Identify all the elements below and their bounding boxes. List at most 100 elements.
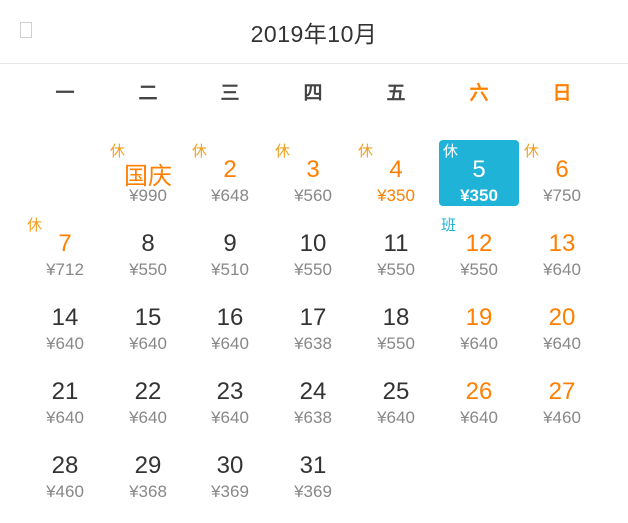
day-cell[interactable]: 25 ¥640 — [356, 362, 436, 428]
day-price: ¥640 — [129, 408, 167, 427]
day-number: 27 — [548, 378, 576, 405]
day-number: 16 — [216, 304, 244, 331]
day-cell[interactable]: 22 ¥640 — [108, 362, 188, 428]
day-cell[interactable]: 班 12 ¥550 — [439, 214, 519, 280]
day-cell[interactable]: 15 ¥640 — [108, 288, 188, 354]
day-number: 19 — [465, 304, 493, 331]
day-price: ¥640 — [211, 334, 249, 353]
day-cell[interactable]: 21 ¥640 — [25, 362, 105, 428]
day-number: 11 — [383, 230, 409, 257]
day-cell[interactable]: 13 ¥640 — [522, 214, 602, 280]
day-cell[interactable]: 26 ¥640 — [439, 362, 519, 428]
day-number: 28 — [51, 452, 79, 479]
day-number: 10 — [299, 230, 327, 257]
day-cell[interactable]: 28 ¥460 — [25, 436, 105, 502]
day-price: ¥640 — [377, 408, 415, 427]
day-number: 3 — [306, 156, 320, 183]
day-number: 25 — [382, 378, 410, 405]
day-price: ¥550 — [377, 260, 415, 279]
day-cell[interactable]: 30 ¥369 — [190, 436, 270, 502]
day-price: ¥640 — [460, 334, 498, 353]
day-price: ¥640 — [460, 408, 498, 427]
day-cell[interactable]: 14 ¥640 — [25, 288, 105, 354]
day-cell[interactable]: 休 7 ¥712 — [25, 214, 105, 280]
day-cell[interactable]: 10 ¥550 — [273, 214, 353, 280]
day-number: 5 — [472, 156, 486, 183]
day-price: ¥550 — [460, 260, 498, 279]
day-number: 22 — [134, 378, 162, 405]
day-number: 30 — [216, 452, 244, 479]
day-number: 8 — [141, 230, 155, 257]
day-number: 20 — [548, 304, 576, 331]
day-price: ¥510 — [211, 260, 249, 279]
day-number: 12 — [465, 230, 493, 257]
weekday-sat: 六 — [469, 83, 489, 104]
day-price: ¥369 — [211, 482, 249, 501]
day-price: ¥369 — [294, 482, 332, 501]
month-title: 2019年10月 — [250, 20, 378, 47]
day-price: ¥350 — [460, 186, 498, 205]
day-cell[interactable]: 24 ¥638 — [273, 362, 353, 428]
weekday-thu: 四 — [303, 83, 323, 104]
day-price: ¥990 — [129, 186, 167, 205]
day-price: ¥350 — [377, 186, 415, 205]
day-cell[interactable]: 8 ¥550 — [108, 214, 188, 280]
day-price: ¥640 — [46, 408, 84, 427]
day-cell[interactable]: 11 ¥550 — [356, 214, 436, 280]
day-cell[interactable]: 9 ¥510 — [190, 214, 270, 280]
day-cell[interactable]: 18 ¥550 — [356, 288, 436, 354]
day-price: ¥460 — [46, 482, 84, 501]
day-cell[interactable]: 休 4 ¥350 — [356, 140, 436, 206]
day-price: ¥460 — [543, 408, 581, 427]
day-price: ¥638 — [294, 408, 332, 427]
day-price: ¥550 — [294, 260, 332, 279]
day-number: 23 — [216, 378, 244, 405]
day-price: ¥560 — [294, 186, 332, 205]
day-number: 21 — [51, 378, 79, 405]
day-price: ¥640 — [543, 334, 581, 353]
day-cell[interactable]: 休 6 ¥750 — [522, 140, 602, 206]
day-cell[interactable]: 29 ¥368 — [108, 436, 188, 502]
day-price: ¥550 — [129, 260, 167, 279]
day-cell[interactable]: 休 2 ¥648 — [190, 140, 270, 206]
day-price: ¥638 — [294, 334, 332, 353]
day-number: 13 — [548, 230, 576, 257]
day-number: 15 — [134, 304, 162, 331]
day-cell[interactable]: 16 ¥640 — [190, 288, 270, 354]
weekday-row: 一 二 三 四 五 六 日 — [0, 78, 628, 112]
day-number: 26 — [465, 378, 493, 405]
day-cell[interactable]: 17 ¥638 — [273, 288, 353, 354]
day-price: ¥550 — [377, 334, 415, 353]
day-price: ¥640 — [129, 334, 167, 353]
day-cell[interactable]: 23 ¥640 — [190, 362, 270, 428]
day-cell[interactable]: 20 ¥640 — [522, 288, 602, 354]
weekday-sun: 日 — [552, 83, 572, 104]
day-number: 6 — [555, 156, 569, 183]
day-cell[interactable]: 19 ¥640 — [439, 288, 519, 354]
day-number: 17 — [299, 304, 327, 331]
day-price: ¥640 — [543, 260, 581, 279]
calendar-header: 2019年10月 — [0, 0, 628, 64]
day-price: ¥640 — [211, 408, 249, 427]
weekday-tue: 二 — [138, 83, 158, 104]
day-number: 2 — [223, 156, 237, 183]
day-number: 18 — [382, 304, 410, 331]
day-number: 14 — [51, 304, 79, 331]
day-cell[interactable]: 休 3 ¥560 — [273, 140, 353, 206]
day-number: 29 — [134, 452, 162, 479]
day-number: 24 — [299, 378, 327, 405]
weekday-wed: 三 — [220, 83, 240, 104]
day-cell[interactable]: 休 5 ¥350 — [439, 140, 519, 206]
day-price: ¥750 — [543, 186, 581, 205]
day-number: 9 — [223, 230, 237, 257]
day-number: 7 — [58, 230, 72, 257]
day-price: ¥648 — [211, 186, 249, 205]
day-number: 4 — [389, 156, 403, 183]
day-cell[interactable]: 31 ¥369 — [273, 436, 353, 502]
weekday-mon: 一 — [55, 83, 75, 104]
day-number: 31 — [299, 452, 327, 479]
day-cell[interactable]: 休国庆 ¥990 — [108, 140, 188, 206]
day-cell[interactable]: 27 ¥460 — [522, 362, 602, 428]
prev-month-button[interactable] — [20, 22, 32, 38]
day-price: ¥712 — [46, 260, 84, 279]
